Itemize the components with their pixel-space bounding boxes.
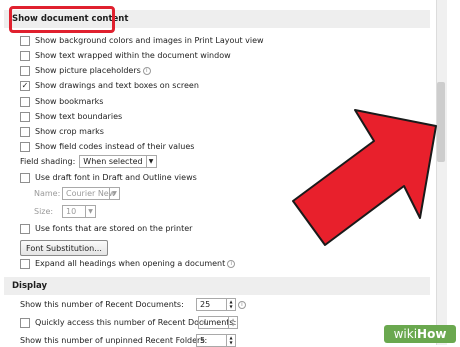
watermark-part2: How xyxy=(417,327,447,341)
red-arrow-annotation xyxy=(292,109,437,246)
arrow-shape xyxy=(292,109,437,246)
wikihow-watermark: wiki How xyxy=(384,325,456,343)
watermark-part1: wiki xyxy=(393,327,418,341)
